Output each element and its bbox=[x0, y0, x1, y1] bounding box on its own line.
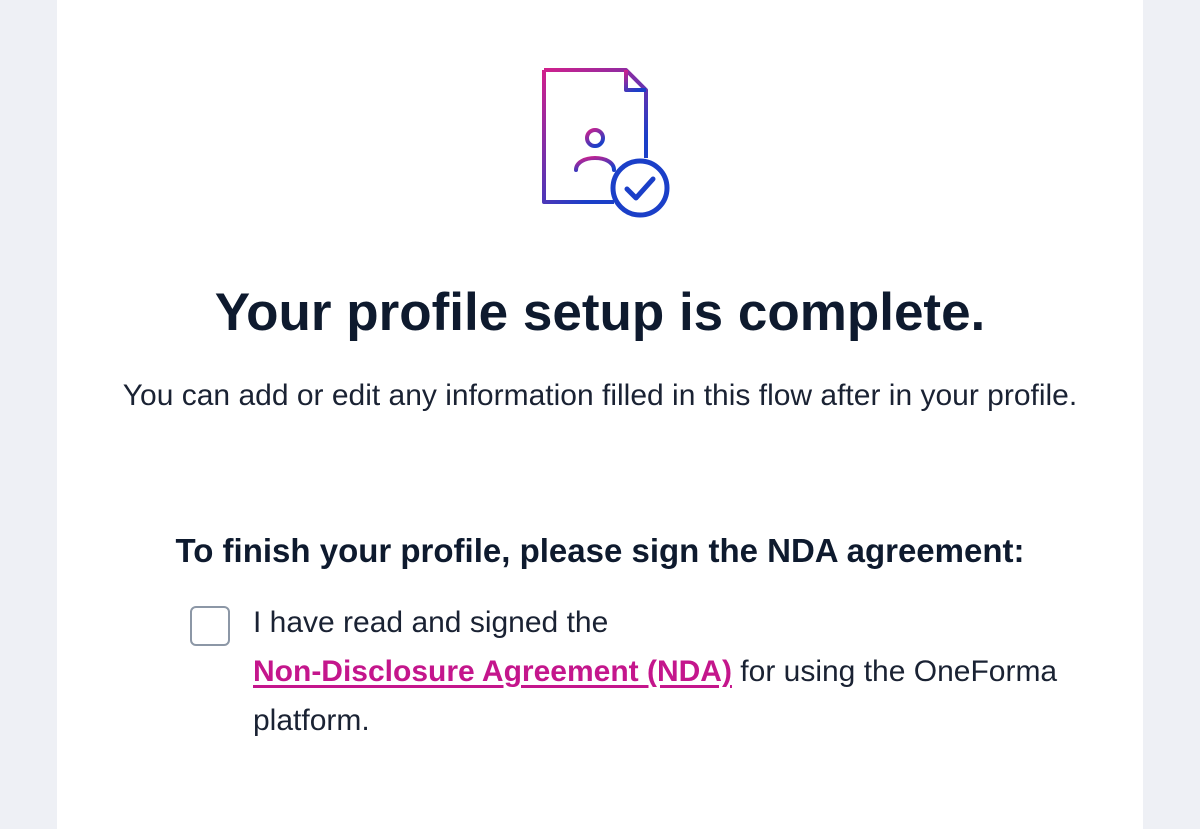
nda-heading: To finish your profile, please sign the … bbox=[175, 532, 1025, 569]
consent-prefix: I have read and signed the bbox=[253, 606, 609, 639]
page-subtitle: You can add or edit any information fill… bbox=[122, 379, 1078, 412]
document-profile-check-icon bbox=[526, 66, 676, 222]
nda-link[interactable]: Non-Disclosure Agreement (NDA) bbox=[253, 655, 732, 688]
page-title: Your profile setup is complete. bbox=[214, 283, 986, 342]
nda-consent-text: I have read and signed the Non-Disclosure… bbox=[253, 598, 1073, 745]
nda-checkbox[interactable] bbox=[190, 606, 230, 646]
